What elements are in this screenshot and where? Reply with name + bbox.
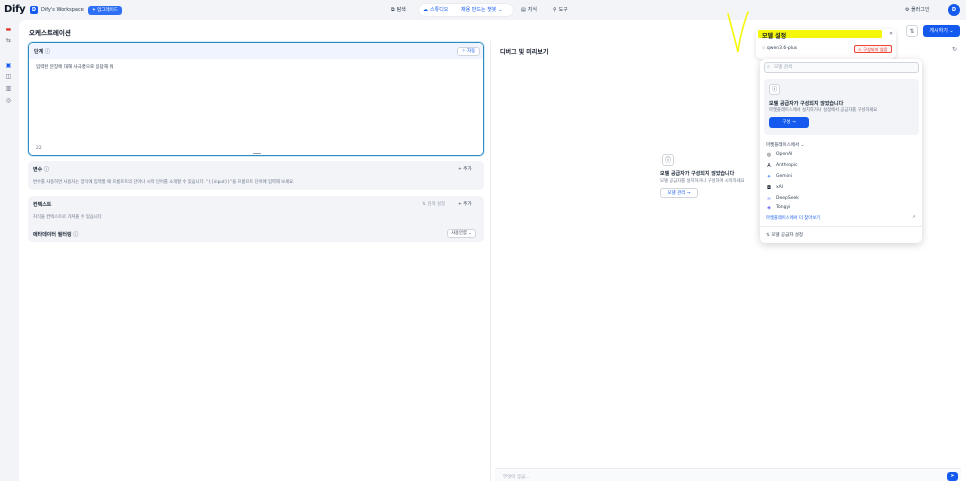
variables-title: 변수 ⓘ bbox=[33, 167, 49, 173]
configure-button[interactable]: 구성 → bbox=[769, 117, 809, 128]
upgrade-badge[interactable]: ✦ 업그레이드 bbox=[88, 5, 122, 15]
logs-icon[interactable]: ▥ bbox=[4, 84, 13, 93]
add-context-button[interactable]: + 추가 bbox=[458, 201, 471, 207]
tools-icon: ⚲ bbox=[553, 7, 557, 13]
manage-models-button[interactable]: 모델 관리 → bbox=[660, 188, 698, 198]
plugin-icon: ⚙ bbox=[905, 7, 910, 13]
explore-icon: ⧉ bbox=[391, 7, 395, 13]
workspace-avatar[interactable]: D bbox=[30, 6, 38, 14]
metadata-filter-select[interactable]: 사용안함 ⌄ bbox=[447, 229, 476, 238]
empty-state-desc: 모델 공급자를 설치하거나 구성하여 시작하세요 bbox=[660, 179, 745, 184]
workspace-name[interactable]: Dify's Workspace bbox=[41, 6, 84, 14]
model-settings-title: 모델 설정 bbox=[762, 33, 787, 40]
checkmark-annotation bbox=[727, 11, 749, 53]
openai-icon: ◎ bbox=[766, 152, 772, 158]
not-configured-badge: ⚠ 구성되지 않음 bbox=[854, 45, 892, 53]
send-icon[interactable]: ➤ bbox=[947, 472, 958, 481]
provider-settings-link[interactable]: ⇅ 모델 공급자 설정 bbox=[766, 232, 803, 238]
chat-input-placeholder: 무엇이 궁금... bbox=[503, 475, 530, 480]
prompt-card: 단계 ⓘ ✧ 자동 입력된 분장에 대해 사극풍으로 응답해 줘 22 bbox=[28, 42, 484, 156]
dropdown-divider bbox=[760, 226, 922, 227]
metadata-title: 메타데이터 필터링 ⓘ bbox=[33, 232, 79, 238]
pane-divider bbox=[490, 41, 491, 481]
provider-info-desc: 마켓플레이스에서 설치하거나 설정에서 공급자를 구성하세요 bbox=[769, 108, 878, 113]
provider-openai[interactable]: ◎ OpenAI bbox=[766, 151, 793, 159]
api-icon[interactable]: ◫ bbox=[4, 72, 13, 81]
publish-button[interactable]: 게시하기 ⌄ bbox=[923, 25, 960, 37]
empty-state-title: 모델 공급자가 구성되지 않았습니다 bbox=[660, 171, 735, 177]
provider-anthropic[interactable]: A Anthropic bbox=[766, 162, 797, 170]
refresh-icon[interactable]: ↻ bbox=[952, 46, 957, 53]
help-icon: ⓘ bbox=[73, 232, 79, 238]
arrow-icon: ↗ bbox=[912, 215, 916, 220]
context-section: 컨텍스트 ⇅ 검색 설정 + 추가 지식을 컨텍스트로 가져올 수 있습니다 메… bbox=[28, 196, 484, 242]
knowledge-icon: ▤ bbox=[521, 7, 526, 13]
resize-handle[interactable] bbox=[253, 153, 261, 154]
search-icon: ⌕ bbox=[767, 64, 770, 70]
chevron-down-icon: ⌄ bbox=[498, 7, 503, 13]
gemini-icon: ✦ bbox=[766, 174, 772, 180]
chat-input-bar[interactable] bbox=[495, 468, 961, 481]
debug-title: 디버그 및 미리보기 bbox=[500, 49, 549, 56]
nav-explore[interactable]: ⧉ 탐색 bbox=[391, 5, 406, 15]
prompt-textarea[interactable]: 입력된 분장에 대해 사극풍으로 응답해 줘 bbox=[36, 64, 114, 70]
provider-xai[interactable]: ◘ xAI bbox=[766, 184, 783, 192]
context-title: 컨텍스트 bbox=[33, 202, 52, 208]
switch-icon[interactable]: ⇆ bbox=[4, 36, 13, 45]
context-desc: 지식을 컨텍스트로 가져올 수 있습니다 bbox=[33, 215, 102, 220]
auto-generate-button[interactable]: ✧ 자동 bbox=[457, 46, 480, 56]
xai-icon: ◘ bbox=[767, 185, 771, 191]
dify-logo[interactable]: Dify bbox=[4, 4, 26, 15]
page-title: 오케스트레이션 bbox=[29, 29, 71, 37]
marketplace-title[interactable]: 마켓플레이스에서 ⌄ bbox=[766, 142, 804, 148]
nav-tools[interactable]: ⚲ 도구 bbox=[553, 5, 568, 15]
studio-icon: ☁ bbox=[423, 7, 428, 13]
close-icon[interactable]: ✕ bbox=[889, 31, 893, 37]
tongyi-icon: ◈ bbox=[767, 205, 771, 211]
sliders-icon: ⇅ bbox=[766, 233, 770, 238]
info-icon: ⓘ bbox=[769, 84, 780, 95]
model-selector[interactable]: ◇ qwen3.6-plus bbox=[762, 46, 797, 51]
variables-section: 변수 ⓘ + 추가 변수를 사용하면 사용자는 양식에 입력할 때 프롬프트의 … bbox=[28, 161, 484, 190]
provider-tongyi[interactable]: ◈ Tongyi bbox=[766, 204, 790, 212]
anthropic-icon: A bbox=[767, 163, 771, 169]
user-avatar[interactable]: D bbox=[948, 4, 960, 16]
nav-app-selector[interactable]: 채용 만드는 챗봇 ⌄ bbox=[461, 5, 503, 15]
provider-info-title: 모델 공급자가 구성되지 않았습니다 bbox=[769, 101, 844, 107]
variables-desc: 변수를 사용하면 사용자는 양식에 입력할 때 프롬프트의 단어나 시작 단어를… bbox=[33, 180, 295, 185]
nav-knowledge[interactable]: ▤ 지식 bbox=[521, 5, 537, 15]
help-icon: ⓘ bbox=[43, 167, 49, 173]
provider-gemini[interactable]: ✦ Gemini bbox=[766, 173, 792, 181]
orchestrate-icon[interactable]: ▣ bbox=[4, 61, 13, 70]
add-variable-button[interactable]: + 추가 bbox=[458, 166, 471, 172]
provider-deepseek[interactable]: ≈ DeepSeek bbox=[766, 195, 799, 203]
deepseek-icon: ≈ bbox=[766, 196, 772, 202]
plugins-button[interactable]: ⚙ 플러그인 bbox=[905, 5, 929, 15]
model-icon: ◇ bbox=[762, 46, 766, 51]
info-icon: ⓘ bbox=[662, 154, 674, 166]
sliders-icon[interactable]: ⇅ bbox=[906, 25, 918, 37]
monitor-icon[interactable]: ◎ bbox=[4, 96, 13, 105]
model-search-input[interactable] bbox=[774, 63, 914, 72]
nav-studio[interactable]: ☁ 스튜디오 bbox=[423, 5, 448, 15]
marketplace-more-link[interactable]: 마켓플레이스에서 더 찾아보기 bbox=[766, 215, 820, 221]
prompt-label: 단계 ⓘ bbox=[34, 49, 50, 55]
help-icon: ⓘ bbox=[44, 49, 50, 55]
prompt-header: 단계 ⓘ ✧ 자동 bbox=[29, 43, 483, 59]
app-icon[interactable]: ▬ bbox=[4, 25, 13, 34]
retrieval-settings-button[interactable]: ⇅ 검색 설정 bbox=[422, 201, 445, 207]
char-count: 22 bbox=[36, 146, 42, 151]
